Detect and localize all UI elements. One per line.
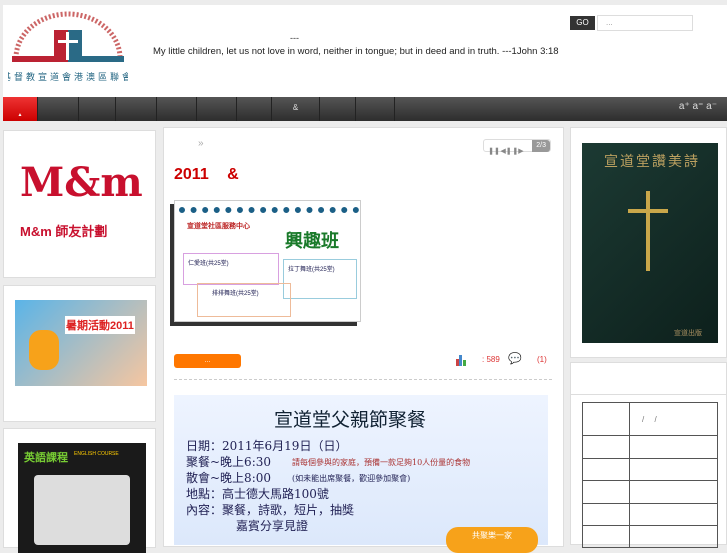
next-icon[interactable]: ❚▶ — [512, 147, 524, 155]
nav-item[interactable] — [237, 97, 272, 121]
comment-icon[interactable]: 💬 — [508, 352, 522, 365]
svg-text:基督教宣道會港澳區聯會: 基督教宣道會港澳區聯會 — [8, 71, 128, 82]
nav-item[interactable] — [197, 97, 237, 121]
main-nav: ▲ & a⁺ a⁼ a⁻ — [3, 97, 727, 121]
font-size-controls[interactable]: a⁺ a⁼ a⁻ — [679, 97, 717, 117]
nav-item[interactable] — [356, 97, 395, 121]
article-title[interactable]: 2011 & — [174, 166, 239, 184]
church-logo[interactable]: 基督教宣道會港澳區聯會 — [2, 10, 131, 90]
slider-controls: ❚❚◀❚❚▶ 2/3 — [483, 139, 551, 155]
divider — [174, 379, 552, 380]
fathers-day-poster[interactable]: 宣道堂父親節聚餐 日期：2011年6月19日（日） 聚餐~晚上6:30 請每個參… — [174, 395, 548, 553]
nav-item[interactable] — [79, 97, 116, 121]
mm-mentor-panel[interactable]: M&m M&m 師友計劃 — [3, 130, 156, 278]
nav-home[interactable]: ▲ — [3, 97, 38, 121]
english-course-panel[interactable]: 英語課程 ENGLISH COURSE — [3, 428, 156, 553]
view-count: : 589 — [482, 355, 500, 364]
nav-item[interactable] — [116, 97, 157, 121]
summer-activity-panel[interactable]: 暑期活動2011 — [3, 285, 156, 422]
search-input[interactable]: ... — [597, 15, 693, 31]
english-course-image: 英語課程 ENGLISH COURSE — [18, 443, 146, 553]
home-icon: ▲ — [17, 112, 23, 118]
verse-separator: --- — [290, 33, 299, 43]
hymnal-panel[interactable]: 宣道堂讚美詩 宣道出版 — [570, 127, 727, 358]
summer-image: 暑期活動2011 — [15, 300, 147, 386]
stats-icon — [455, 353, 467, 366]
nav-item[interactable] — [320, 97, 356, 121]
breadcrumb-separator: » — [198, 138, 204, 149]
right-panel-header — [570, 362, 727, 395]
mm-logo: M&m — [20, 159, 143, 206]
schedule-table: / / — [582, 402, 718, 548]
cross-icon — [646, 191, 650, 271]
prev-icon[interactable]: ◀❚ — [500, 147, 512, 155]
read-more-button[interactable]: ... — [174, 354, 241, 368]
nav-item[interactable]: & — [272, 97, 320, 121]
comment-count[interactable]: (1) — [537, 355, 547, 364]
nav-item[interactable] — [38, 97, 79, 121]
slider-page-indicator: 2/3 — [532, 140, 550, 152]
hymnal-image: 宣道堂讚美詩 宣道出版 — [582, 143, 718, 343]
schedule-panel: / / — [570, 395, 727, 548]
interest-class-image[interactable]: 宣道堂社區服務中心 興趣班 仁愛班(共25堂) 拉丁舞班(共25堂) 排排舞班(… — [174, 200, 361, 322]
search-go-button[interactable]: GO — [570, 16, 595, 30]
nav-item[interactable] — [157, 97, 197, 121]
mm-subtitle: M&m 師友計劃 — [20, 224, 108, 239]
bible-verse: My little children, let us not love in w… — [153, 46, 559, 57]
pause-icon[interactable]: ❚❚ — [488, 147, 500, 155]
